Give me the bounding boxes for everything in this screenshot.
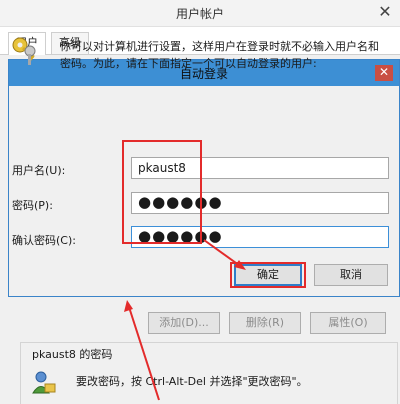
user-accounts-title: 用户帐户 <box>175 7 224 21</box>
keys-icon <box>12 37 36 65</box>
annotation-highlight-ok <box>230 262 306 288</box>
remove-button[interactable]: 删除(R) <box>229 312 301 334</box>
user-accounts-titlebar: 用户帐户 ✕ <box>0 0 400 27</box>
cancel-button[interactable]: 取消 <box>314 264 388 286</box>
password-group-title: pkaust8 的密码 <box>32 348 113 361</box>
dialog-description: 你可以对计算机进行设置，这样用户在登录时就不必输入用户名和密码。为此，请在下面指… <box>60 40 379 70</box>
confirm-password-label: 确认密码(C): <box>12 234 76 247</box>
username-label: 用户名(U): <box>12 164 66 177</box>
properties-button[interactable]: 属性(O) <box>310 312 386 334</box>
change-password-hint: 要改密码，按 Ctrl-Alt-Del 并选择"更改密码"。 <box>76 375 308 388</box>
user-icon <box>32 371 56 394</box>
annotation-highlight-fields <box>122 140 202 244</box>
add-button[interactable]: 添加(D)... <box>148 312 220 334</box>
password-label: 密码(P): <box>12 199 53 212</box>
close-icon[interactable]: ✕ <box>370 0 400 26</box>
